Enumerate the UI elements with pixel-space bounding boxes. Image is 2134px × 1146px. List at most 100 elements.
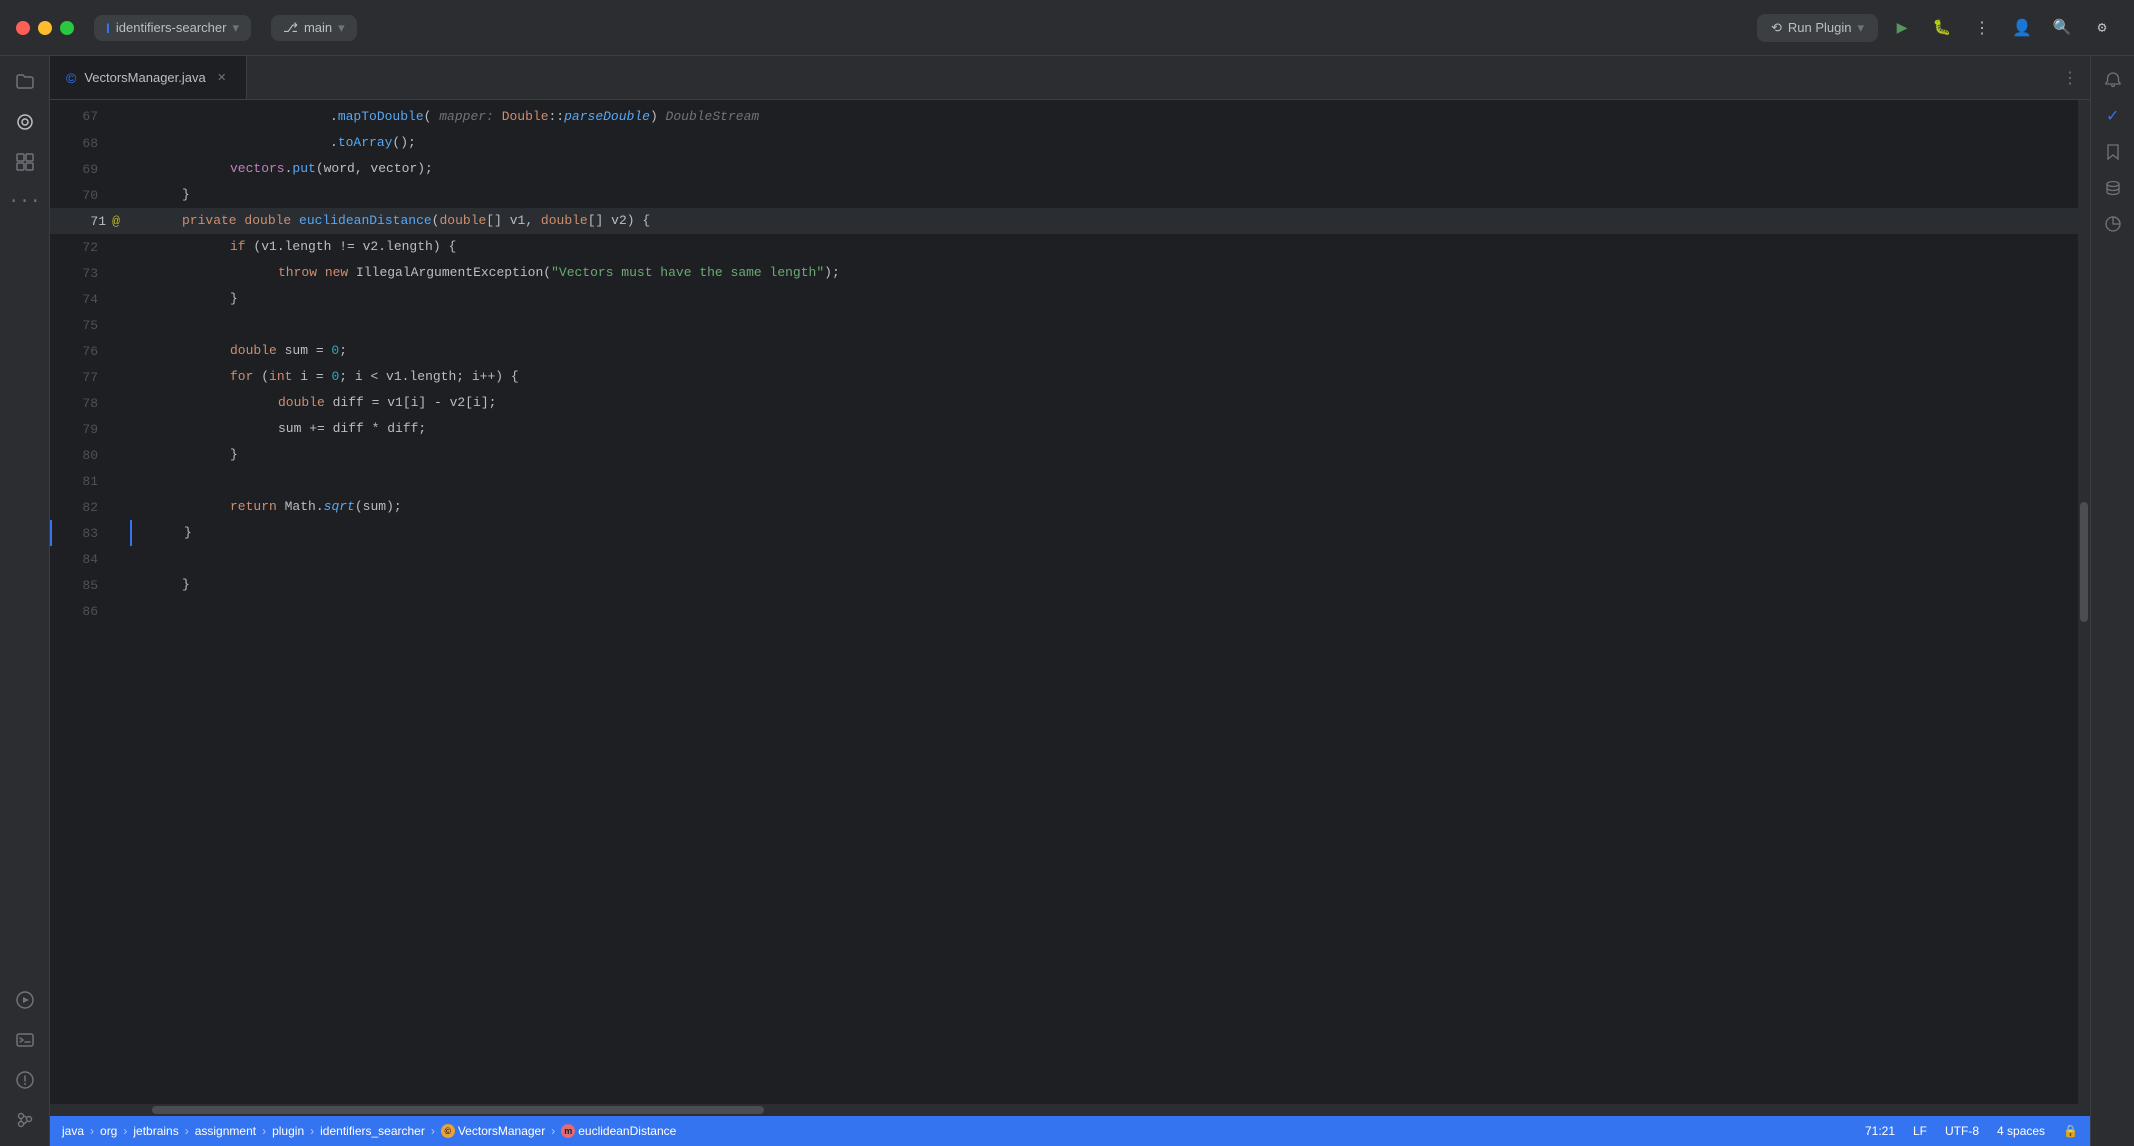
debug-button[interactable]: 🐛 — [1926, 12, 1958, 44]
line-number-82: 82 — [50, 494, 130, 520]
editor-area: © VectorsManager.java ✕ ⋮ 67 68 — [50, 56, 2090, 1146]
line-number-75: 75 — [50, 312, 130, 338]
breadcrumb-item-org[interactable]: org — [100, 1124, 117, 1138]
sidebar-item-vcs[interactable] — [7, 104, 43, 140]
indent[interactable]: 4 spaces — [1997, 1124, 2045, 1138]
breadcrumb-item-jetbrains[interactable]: jetbrains — [133, 1124, 178, 1138]
annotation-marker: @ — [112, 214, 120, 229]
code-editor: 67 68 69 70 — [50, 100, 2090, 1104]
breadcrumb-item-identifiers-searcher[interactable]: identifiers_searcher — [320, 1124, 425, 1138]
code-content[interactable]: .mapToDouble( mapper: Double::parseDoubl… — [130, 100, 2078, 1104]
code-line-73: throw new IllegalArgumentException("Vect… — [130, 260, 2078, 286]
right-bookmarks-button[interactable] — [2097, 136, 2129, 168]
line-number-71: 71 @ — [50, 208, 130, 234]
code-line-78: double diff = v1[i] - v2[i]; — [130, 390, 2078, 416]
line-number-83: 83 — [50, 520, 130, 546]
branch-icon: ⎇ — [283, 20, 298, 36]
minimize-button[interactable] — [38, 21, 52, 35]
titlebar-actions: ⟲ Run Plugin ▾ ▶ 🐛 ⋮ 👤 🔍 ⚙ — [1757, 12, 2118, 44]
code-line-86 — [130, 598, 2078, 624]
right-checkmark-button[interactable]: ✓ — [2097, 100, 2129, 132]
scrollbar-thumb[interactable] — [2080, 502, 2088, 622]
line-number-67: 67 — [50, 104, 130, 130]
line-number-73: 73 — [50, 260, 130, 286]
sidebar-item-structure[interactable] — [7, 144, 43, 180]
right-notifications-button[interactable] — [2097, 64, 2129, 96]
tab-close-button[interactable]: ✕ — [214, 70, 230, 86]
tab-label: VectorsManager.java — [84, 70, 205, 85]
line-number-77: 77 — [50, 364, 130, 390]
line-number-72: 72 — [50, 234, 130, 260]
breadcrumb-item-assignment[interactable]: assignment — [195, 1124, 256, 1138]
branch-name: main — [304, 20, 332, 35]
titlebar: I identifiers-searcher ▾ ⎇ main ▾ ⟲ Run … — [0, 0, 2134, 56]
breadcrumb-item-vectors-manager[interactable]: © VectorsManager — [441, 1124, 545, 1138]
encoding[interactable]: UTF-8 — [1945, 1124, 1979, 1138]
h-scrollbar-thumb[interactable] — [152, 1106, 764, 1114]
code-line-72: if (v1.length != v2.length) { — [130, 234, 2078, 260]
sidebar-item-git[interactable] — [7, 1102, 43, 1138]
left-sidebar: ··· — [0, 56, 50, 1146]
vertical-scrollbar[interactable] — [2078, 100, 2090, 1104]
line-number-69: 69 — [50, 156, 130, 182]
main-layout: ··· — [0, 56, 2134, 1146]
breadcrumb-item-plugin[interactable]: plugin — [272, 1124, 304, 1138]
run-button[interactable]: ▶ — [1886, 12, 1918, 44]
traffic-lights — [16, 21, 74, 35]
code-line-79: sum += diff * diff; — [130, 416, 2078, 442]
line-number-68: 68 — [50, 130, 130, 156]
line-number-78: 78 — [50, 390, 130, 416]
line-number-81: 81 — [50, 468, 130, 494]
line-number-84: 84 — [50, 546, 130, 572]
branch-selector[interactable]: ⎇ main ▾ — [271, 15, 357, 41]
sidebar-item-problems[interactable] — [7, 1062, 43, 1098]
code-line-74: } — [130, 286, 2078, 312]
right-database-button[interactable] — [2097, 172, 2129, 204]
settings-button[interactable]: ⚙ — [2086, 12, 2118, 44]
right-sidebar: ✓ — [2090, 56, 2134, 1146]
line-number-79: 79 — [50, 416, 130, 442]
code-line-81 — [130, 468, 2078, 494]
breadcrumb-item-euclidean-distance[interactable]: m euclideanDistance — [561, 1124, 676, 1138]
tab-file-icon: © — [66, 70, 76, 86]
gutter: 67 68 69 70 — [50, 100, 130, 1104]
run-plugin-chevron-icon: ▾ — [1857, 20, 1864, 36]
code-line-71: private double euclideanDistance(double[… — [130, 208, 2078, 234]
run-plugin-label: Run Plugin — [1788, 20, 1852, 35]
more-options-button[interactable]: ⋮ — [1966, 12, 1998, 44]
tab-bar: © VectorsManager.java ✕ ⋮ — [50, 56, 2090, 100]
account-button[interactable]: 👤 — [2006, 12, 2038, 44]
run-plugin-button[interactable]: ⟲ Run Plugin ▾ — [1757, 14, 1878, 42]
right-chart-button[interactable] — [2097, 208, 2129, 240]
code-line-68: .toArray(); — [130, 130, 2078, 156]
sidebar-item-run[interactable] — [7, 982, 43, 1018]
status-right: 71:21 LF UTF-8 4 spaces 🔒 — [1865, 1124, 2078, 1138]
euclidean-distance-icon: m — [561, 1124, 575, 1138]
status-bar: java › org › jetbrains › assignment › pl… — [50, 1116, 2090, 1146]
sidebar-item-more[interactable]: ··· — [7, 184, 43, 220]
code-line-69: vectors.put(word, vector); — [130, 156, 2078, 182]
close-button[interactable] — [16, 21, 30, 35]
line-ending[interactable]: LF — [1913, 1124, 1927, 1138]
code-line-80: } — [130, 442, 2078, 468]
sidebar-item-terminal[interactable] — [7, 1022, 43, 1058]
tab-vectors-manager[interactable]: © VectorsManager.java ✕ — [50, 56, 247, 99]
line-number-70: 70 — [50, 182, 130, 208]
code-line-70: } — [130, 182, 2078, 208]
search-button[interactable]: 🔍 — [2046, 12, 2078, 44]
branch-chevron-icon: ▾ — [338, 20, 345, 36]
code-line-67: .mapToDouble( mapper: Double::parseDoubl… — [130, 104, 2078, 130]
cursor-position[interactable]: 71:21 — [1865, 1124, 1895, 1138]
horizontal-scrollbar[interactable] — [50, 1104, 2090, 1116]
code-line-76: double sum = 0; — [130, 338, 2078, 364]
more-options-icon: ⋮ — [1974, 18, 1990, 38]
breadcrumb: java › org › jetbrains › assignment › pl… — [62, 1124, 1859, 1138]
project-selector[interactable]: I identifiers-searcher ▾ — [94, 15, 251, 41]
lock-icon: 🔒 — [2063, 1124, 2078, 1138]
run-plugin-icon: ⟲ — [1771, 20, 1782, 36]
maximize-button[interactable] — [60, 21, 74, 35]
line-number-85: 85 — [50, 572, 130, 598]
sidebar-item-folder[interactable] — [7, 64, 43, 100]
breadcrumb-item-java[interactable]: java — [62, 1124, 84, 1138]
tab-more-button[interactable]: ⋮ — [2050, 68, 2090, 88]
